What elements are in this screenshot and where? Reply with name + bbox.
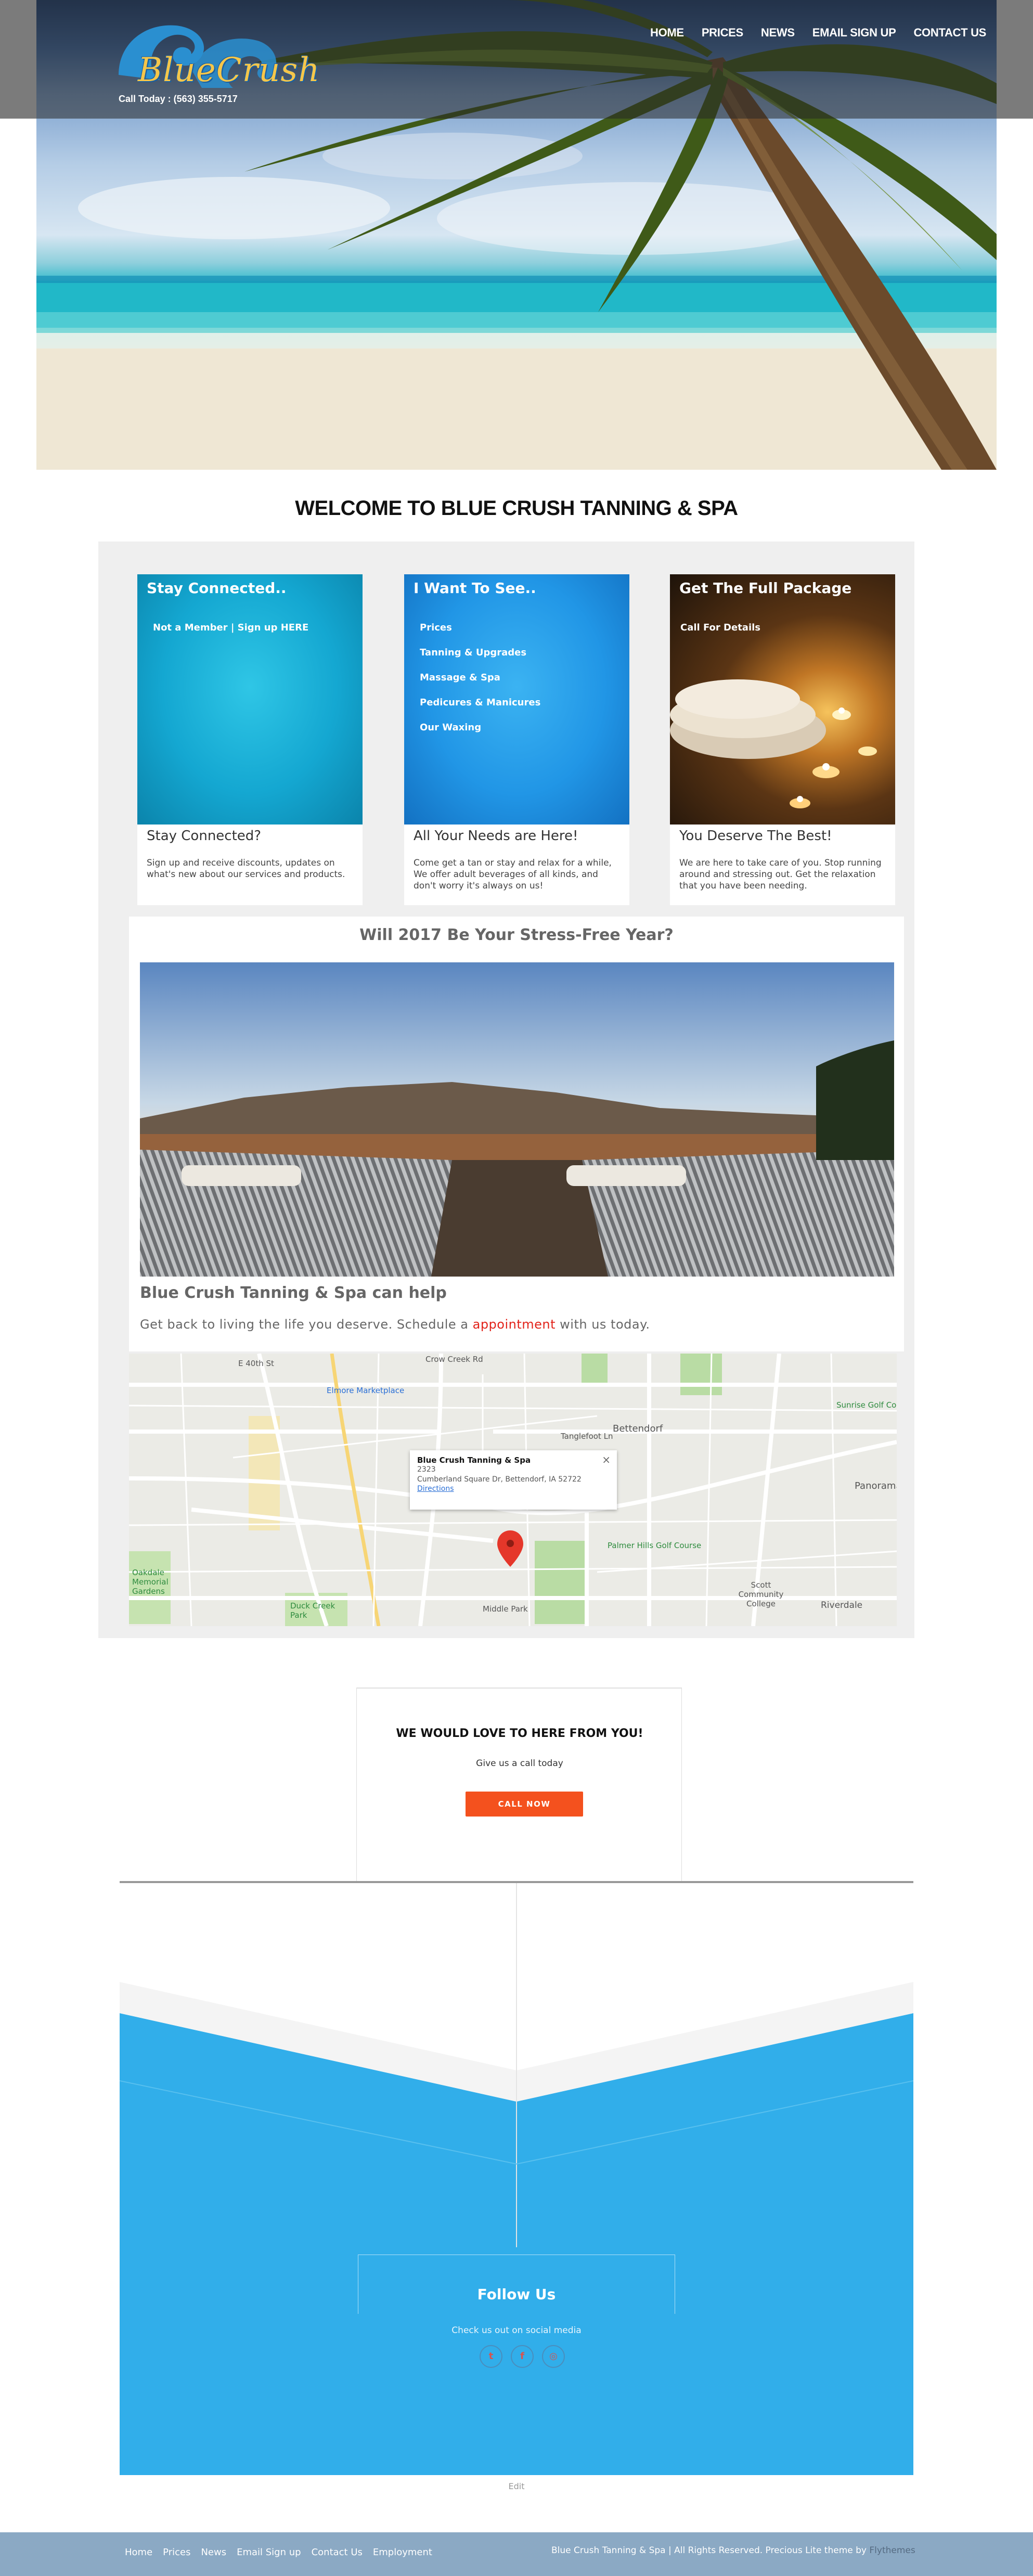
map-info-window: Blue Crush Tanning & Spa 2323 Cumberland…	[410, 1450, 617, 1510]
follow-us-subtitle: Check us out on social media	[451, 2325, 582, 2336]
footer-nav-email-sign-up[interactable]: Email Sign up	[237, 2547, 301, 2558]
appointment-link[interactable]: appointment	[473, 1317, 556, 1332]
help-text: Get back to living the life you deserve.…	[140, 1317, 650, 1332]
card-title: You Deserve The Best!	[679, 828, 832, 844]
footer-nav: Home Prices News Email Sign up Contact U…	[125, 2547, 432, 2558]
pedicures-manicures-link[interactable]: Pedicures & Manicures	[420, 697, 540, 708]
card-heading: I Want To See..	[414, 579, 536, 597]
help-text-before: Get back to living the life you deserve.…	[140, 1317, 473, 1332]
footer-nav-home[interactable]: Home	[125, 2547, 152, 2558]
card-heading: Get The Full Package	[679, 579, 852, 597]
footer-nav-news[interactable]: News	[201, 2547, 226, 2558]
header-margin-right	[997, 0, 1033, 119]
section-title: Will 2017 Be Your Stress-Free Year?	[359, 926, 674, 944]
card-heading: Stay Connected..	[147, 579, 287, 597]
header-margin-left	[0, 0, 36, 119]
cta-subtitle: Give us a call today	[476, 1758, 563, 1769]
card-image-blue: Stay Connected.. Not a Member | Sign up …	[137, 574, 363, 825]
waxing-link[interactable]: Our Waxing	[420, 722, 481, 733]
card-title: Stay Connected?	[147, 828, 262, 844]
help-title: Blue Crush Tanning & Spa can help	[140, 1284, 447, 1302]
map-label-panorama: Panorama	[855, 1480, 897, 1491]
contact-cta-box: WE WOULD LOVE TO HERE FROM YOU! Give us …	[356, 1688, 682, 1882]
help-text-after: with us today.	[556, 1317, 650, 1332]
nav-contact-us[interactable]: CONTACT US	[913, 26, 986, 40]
map-label-riverdale: Riverdale	[821, 1600, 863, 1611]
card-i-want-to-see: I Want To See.. Prices Tanning & Upgrade…	[404, 574, 629, 905]
stress-free-section: Will 2017 Be Your Stress-Free Year? Blue…	[129, 917, 904, 1351]
close-icon[interactable]: ×	[602, 1453, 611, 1466]
nav-home[interactable]: HOME	[650, 26, 684, 40]
massage-spa-link[interactable]: Massage & Spa	[420, 672, 500, 683]
footer-nav-contact-us[interactable]: Contact Us	[312, 2547, 363, 2558]
social-icons: t f ◎	[480, 2345, 565, 2368]
map-label-middle-park: Middle Park	[483, 1604, 528, 1614]
map-label-sunrise: Sunrise Golf Course	[836, 1400, 897, 1410]
map-label-tanglefoot: Tanglefoot Ln	[561, 1432, 613, 1441]
google-map[interactable]: E 40th St Crow Creek Rd Tanglefoot Ln El…	[129, 1354, 897, 1626]
tanning-upgrades-link[interactable]: Tanning & Upgrades	[420, 647, 526, 658]
card-stay-connected: Stay Connected.. Not a Member | Sign up …	[137, 574, 363, 905]
card-text: Sign up and receive discounts, updates o…	[147, 858, 345, 880]
footer-nav-employment[interactable]: Employment	[373, 2547, 432, 2558]
main-nav: HOME PRICES NEWS EMAIL SIGN UP CONTACT U…	[650, 26, 986, 40]
map-label-elmore: Elmore Marketplace	[327, 1386, 405, 1395]
popup-business-name: Blue Crush Tanning & Spa	[417, 1456, 531, 1465]
popup-address-line2: Cumberland Square Dr, Bettendorf, IA 527…	[417, 1475, 582, 1484]
popup-directions-link[interactable]: Directions	[417, 1485, 610, 1493]
instagram-icon[interactable]: ◎	[542, 2345, 565, 2368]
nav-email-sign-up[interactable]: EMAIL SIGN UP	[812, 26, 896, 40]
logo-text[interactable]: BlueCrush	[138, 51, 320, 89]
page-title: WELCOME TO BLUE CRUSH TANNING & SPA	[295, 497, 738, 520]
lounge-chairs-image	[140, 962, 894, 1277]
footer-copyright: Blue Crush Tanning & Spa | All Rights Re…	[551, 2545, 915, 2556]
follow-us-frame	[358, 2255, 675, 2314]
card-title: All Your Needs are Here!	[414, 828, 578, 844]
popup-address-line1: 2323	[417, 1465, 436, 1474]
nav-prices[interactable]: PRICES	[702, 26, 743, 40]
call-today-phone[interactable]: Call Today : (563) 355-5717	[119, 94, 238, 105]
map-label-scott-college: Scott Community College	[738, 1580, 784, 1608]
map-label-palmer: Palmer Hills Golf Course	[608, 1541, 702, 1550]
card-image-blue: I Want To See.. Prices Tanning & Upgrade…	[404, 574, 629, 825]
map-label-crow-creek: Crow Creek Rd	[425, 1355, 483, 1364]
nav-news[interactable]: NEWS	[761, 26, 795, 40]
theme-credit-link[interactable]: Flythemes	[869, 2545, 915, 2556]
call-now-button[interactable]: CALL NOW	[466, 1792, 583, 1817]
follow-us-section	[120, 1883, 913, 2475]
prices-link[interactable]: Prices	[420, 622, 452, 633]
footer-nav-prices[interactable]: Prices	[163, 2547, 190, 2558]
copyright-text: Blue Crush Tanning & Spa | All Rights Re…	[551, 2545, 870, 2556]
map-label-e40: E 40th St	[238, 1359, 274, 1368]
map-label-duck-creek: Duck Creek Park	[290, 1601, 335, 1620]
card-text: We are here to take care of you. Stop ru…	[679, 858, 882, 891]
follow-us-title: Follow Us	[477, 2286, 556, 2303]
call-for-details-link[interactable]: Call For Details	[680, 622, 760, 633]
spa-candles-image: Get The Full Package Call For Details	[670, 574, 895, 825]
facebook-icon[interactable]: f	[511, 2345, 534, 2368]
sign-up-link[interactable]: Not a Member | Sign up HERE	[153, 622, 308, 633]
cta-title: WE WOULD LOVE TO HERE FROM YOU!	[396, 1727, 643, 1740]
twitter-icon[interactable]: t	[480, 2345, 502, 2368]
edit-link[interactable]: Edit	[0, 2481, 1033, 2491]
map-label-bettendorf: Bettendorf	[613, 1423, 663, 1434]
map-label-oakdale: Oakdale Memorial Gardens	[132, 1568, 169, 1596]
card-text: Come get a tan or stay and relax for a w…	[414, 858, 612, 891]
card-full-package: Get The Full Package Call For Details Yo…	[670, 574, 895, 905]
